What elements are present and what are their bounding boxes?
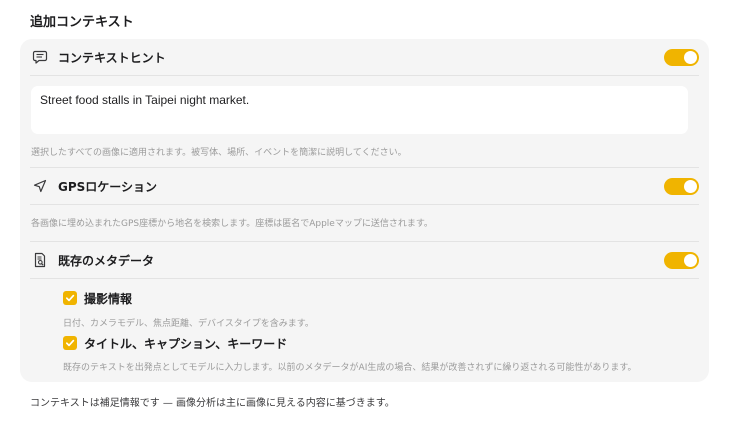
context-hint-help: 選択したすべての画像に適用されます。被写体、場所、イベントを簡潔に説明してくださ…: [31, 148, 407, 158]
gps-location-help: 各画像に埋め込まれたGPS座標から地名を検索します。座標は匿名でAppleマップ…: [31, 219, 433, 229]
existing-metadata-toggle[interactable]: [664, 251, 699, 269]
divider: [30, 75, 699, 76]
capture-info-label: 撮影情報: [84, 291, 133, 306]
context-settings-card: コンテキストヒント Street food stalls in Taipei n…: [20, 39, 709, 382]
toggle-knob: [684, 179, 697, 193]
toggle-knob: [684, 253, 697, 267]
location-arrow-icon: [30, 176, 50, 196]
context-hint-row: コンテキストヒント: [30, 39, 699, 75]
existing-metadata-label: 既存のメタデータ: [58, 253, 155, 268]
capture-info-help: 日付、カメラモデル、焦点距離、デバイスタイプを含みます。: [63, 319, 314, 329]
title-caption-keywords-option[interactable]: タイトル、キャプション、キーワード: [63, 334, 287, 352]
title-caption-keywords-help: 既存のテキストを出発点としてモデルに入力します。以前のメタデータがAI生成の場合…: [63, 363, 637, 373]
title-caption-keywords-label: タイトル、キャプション、キーワード: [84, 336, 288, 351]
context-hint-input[interactable]: Street food stalls in Taipei night marke…: [31, 86, 688, 134]
gps-location-toggle[interactable]: [664, 177, 699, 195]
title-caption-keywords-checkbox[interactable]: [63, 336, 77, 350]
footer-note: コンテキストは補足情報です — 画像分析は主に画像に見える内容に基づきます。: [30, 398, 395, 409]
checkmark-icon: [65, 294, 75, 302]
existing-metadata-row: 既存のメタデータ: [30, 242, 699, 278]
capture-info-option[interactable]: 撮影情報: [63, 289, 132, 307]
gps-location-label: GPSロケーション: [58, 179, 158, 194]
toggle-knob: [684, 50, 697, 64]
context-hint-label: コンテキストヒント: [58, 50, 166, 65]
divider: [30, 278, 699, 279]
document-search-icon: [30, 250, 50, 270]
divider: [30, 204, 699, 205]
gps-location-row: GPSロケーション: [30, 168, 699, 204]
capture-info-checkbox[interactable]: [63, 291, 77, 305]
checkmark-icon: [65, 339, 75, 347]
section-title: 追加コンテキスト: [30, 15, 134, 30]
message-icon: [30, 47, 50, 67]
context-hint-toggle[interactable]: [664, 48, 699, 66]
